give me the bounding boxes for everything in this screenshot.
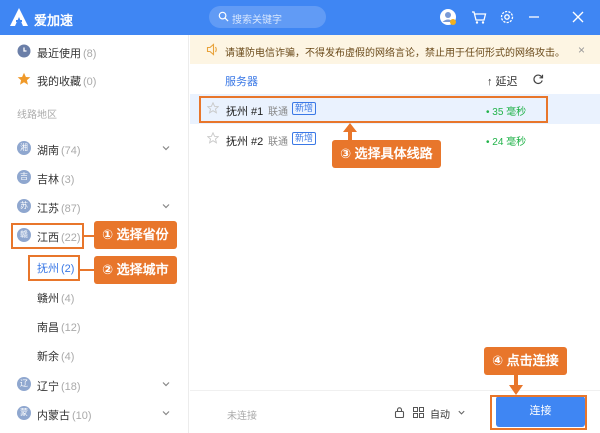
grid-mode-icon[interactable] (412, 406, 425, 419)
sidebar-item-jiangsu[interactable]: 苏 江苏 (87) (0, 193, 189, 219)
sidebar-item-count: (0) (83, 76, 97, 88)
callout-step1: ① 选择省份 (94, 221, 177, 249)
lock-icon[interactable] (393, 406, 406, 419)
clock-icon (17, 44, 31, 58)
notice-close-button[interactable]: × (578, 43, 585, 57)
sidebar-item-label: 辽宁 (37, 381, 59, 393)
callout-step2: ② 选择城市 (94, 256, 177, 284)
sidebar-item-count: (18) (61, 381, 81, 393)
callout-step4: ④ 点击连接 (484, 347, 567, 375)
column-latency-sort[interactable]: ↑ 延迟 (487, 73, 518, 89)
search-input[interactable]: 搜索关键字 (232, 11, 282, 26)
callout-arrow-icon (343, 123, 357, 140)
server-latency: • 24 毫秒 (486, 137, 527, 148)
notice-bar: 请谨防电信诈骗，不得发布虚假的网络言论，禁止用于任何形式的网络攻击。 × (190, 35, 600, 64)
highlight-connect (490, 395, 587, 430)
sidebar-item-neimenggu[interactable]: 蒙 内蒙古 (10) (0, 400, 189, 426)
mode-select[interactable]: 自动 (430, 406, 450, 421)
sidebar-item-count: (87) (61, 203, 81, 215)
sidebar-item-label: 我的收藏 (37, 76, 81, 88)
sidebar-item-count: (12) (61, 322, 81, 334)
sidebar-item-label: 内蒙古 (37, 410, 70, 422)
sidebar-item-label: 江苏 (37, 203, 59, 215)
new-tag-badge: 新增 (292, 132, 317, 145)
sidebar-item-label: 湖南 (37, 145, 59, 157)
chevron-down-icon (162, 204, 170, 209)
search-box[interactable]: 搜索关键字 (209, 6, 326, 28)
title-bar: 爱加速 搜索关键字 (0, 0, 600, 35)
region-badge-icon: 苏 (17, 199, 31, 213)
sidebar-item-count: (3) (61, 174, 75, 186)
sidebar-item-label: 最近使用 (37, 48, 81, 60)
callout-step3: ③ 选择具体线路 (332, 140, 441, 168)
app-title: 爱加速 (34, 13, 74, 28)
sidebar-item-label: 南昌 (37, 322, 59, 334)
sidebar-item-liaoning[interactable]: 辽 辽宁 (18) (0, 371, 189, 397)
sidebar-item-label: 赣州 (37, 293, 59, 305)
settings-gear-icon[interactable] (498, 8, 516, 26)
callout-connector (84, 235, 94, 237)
star-outline-icon[interactable] (207, 132, 219, 144)
close-icon[interactable] (569, 8, 587, 26)
sidebar-item-count: (10) (72, 410, 92, 422)
avatar-icon[interactable] (439, 8, 457, 26)
region-badge-icon: 蒙 (17, 406, 31, 420)
callout-connector (80, 269, 94, 271)
cart-icon[interactable] (470, 8, 488, 26)
sidebar-item-recent[interactable]: 最近使用 (8) (0, 38, 189, 64)
sidebar-item-count: (8) (83, 48, 97, 60)
sidebar-item-count: (4) (61, 351, 75, 363)
highlight-city (28, 255, 80, 281)
chevron-down-icon[interactable] (457, 408, 466, 417)
sidebar-item-favorites[interactable]: 我的收藏 (0) (0, 66, 189, 92)
column-server[interactable]: 服务器 (225, 73, 258, 89)
sidebar-item-label: 新余 (37, 351, 59, 363)
speaker-icon (206, 43, 217, 56)
minimize-icon[interactable] (525, 8, 543, 26)
server-list-header: 服务器 ↑ 延迟 (190, 64, 600, 94)
sidebar-item-label: 吉林 (37, 174, 59, 186)
search-icon (218, 11, 229, 22)
region-badge-icon: 吉 (17, 170, 31, 184)
chevron-down-icon (162, 382, 170, 387)
section-title-regions: 线路地区 (17, 110, 57, 121)
sidebar-city-ganzhou[interactable]: 赣州 (4) (0, 283, 189, 309)
sidebar-city-xinyu[interactable]: 新余 (4) (0, 341, 189, 367)
region-badge-icon: 湘 (17, 141, 31, 155)
sidebar-item-count: (4) (61, 293, 75, 305)
sidebar-city-nanchang[interactable]: 南昌 (12) (0, 312, 189, 338)
server-isp: 联通 (268, 137, 288, 148)
star-filled-icon (17, 72, 31, 85)
region-badge-icon: 辽 (17, 377, 31, 391)
refresh-icon[interactable] (532, 73, 544, 85)
sidebar-item-hunan[interactable]: 湘 湖南 (74) (0, 135, 189, 161)
chevron-down-icon (162, 411, 170, 416)
sidebar-item-count: (74) (61, 145, 81, 157)
highlight-server-row (199, 96, 548, 123)
app-logo-icon (10, 8, 28, 26)
connection-status: 未连接 (227, 411, 257, 422)
highlight-province (11, 223, 84, 249)
server-name: 抚州 #2 (226, 136, 264, 148)
chevron-down-icon (162, 146, 170, 151)
sidebar-item-jilin[interactable]: 吉 吉林 (3) (0, 164, 189, 190)
notice-text: 请谨防电信诈骗，不得发布虚假的网络言论，禁止用于任何形式的网络攻击。 (225, 48, 565, 59)
